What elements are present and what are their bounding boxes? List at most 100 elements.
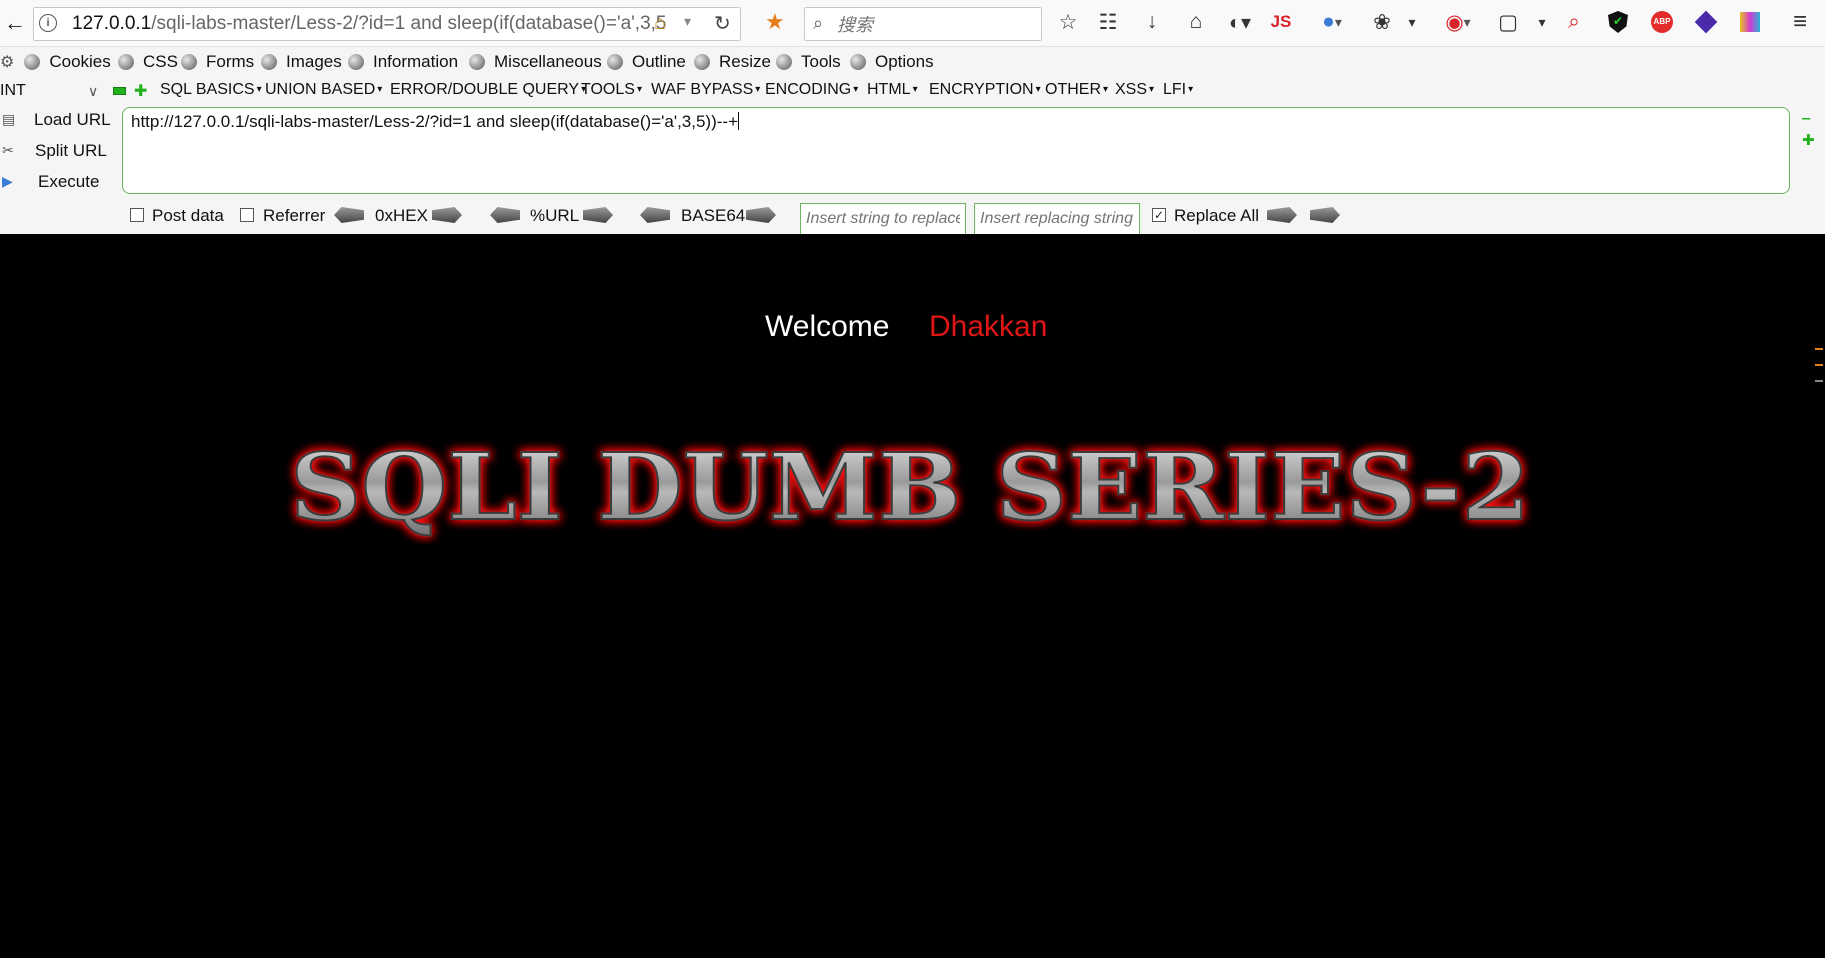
hackbar-menu-lfi[interactable]: LFI <box>1163 81 1193 99</box>
chevron-down-icon: ∨ <box>88 83 99 99</box>
url-encode-arrow-icon[interactable] <box>583 207 613 223</box>
menu-label: Tools <box>801 52 841 71</box>
zoom-icon[interactable]: ⌕ <box>1560 8 1588 36</box>
hackbar-menu-other[interactable]: OTHER <box>1045 81 1108 99</box>
hackbar-menu-encoding[interactable]: ENCODING <box>765 81 858 99</box>
menu-label: Resize <box>719 52 771 71</box>
site-info-icon[interactable]: i <box>39 14 57 32</box>
scroll-markers <box>1815 348 1823 382</box>
hackbar-menu-xss[interactable]: XSS <box>1115 81 1154 99</box>
screenshot-icon[interactable]: ▢ <box>1494 8 1522 36</box>
resize-icon <box>694 54 710 70</box>
menu-information[interactable]: Information <box>348 50 458 74</box>
base64-decode-arrow-icon[interactable] <box>640 207 670 223</box>
hackbar-toolbar-icon[interactable]: ★ <box>765 9 785 35</box>
username-text: Dhakkan <box>929 310 1048 343</box>
menu-options[interactable]: Options <box>850 50 934 74</box>
screenshot-dropdown-icon[interactable]: ▾ <box>1532 8 1552 36</box>
hackbar-url-textarea[interactable]: http://127.0.0.1/sqli-labs-master/Less-2… <box>122 107 1790 194</box>
hackbar-menu-error-double-query[interactable]: ERROR/DOUBLE QUERY <box>390 81 586 99</box>
menu-icon[interactable]: ≡ <box>1786 8 1814 36</box>
split-url-label: Split URL <box>35 141 107 160</box>
color-icon[interactable]: ● ▾ <box>1312 8 1352 36</box>
minus-icon[interactable] <box>113 87 126 95</box>
post-data-checkbox[interactable] <box>130 208 144 222</box>
navigation-bar: ← i 127.0.0.1/sqli-labs-master/Less-2/?i… <box>0 0 1825 47</box>
referrer-checkbox[interactable] <box>240 208 254 222</box>
download-icon[interactable]: ↓ <box>1138 8 1166 36</box>
palette-dropdown-icon[interactable]: ▾ <box>1402 8 1422 36</box>
gear-icon: ⚙ <box>0 54 15 71</box>
adblock-icon[interactable]: ABP <box>1648 8 1676 36</box>
menu-label: Information <box>373 52 459 71</box>
load-url-button[interactable]: ▤ Load URL <box>0 107 111 133</box>
globe-icon[interactable]: ◐▾ <box>1220 8 1260 36</box>
back-arrow-icon: ← <box>4 10 26 35</box>
tools-icon <box>776 54 792 70</box>
shrink-icon[interactable]: ‒ <box>1802 110 1810 127</box>
menu-label: Images <box>286 52 342 71</box>
page-content: Welcome Dhakkan SQLI DUMB SERIES-2 <box>0 234 1825 958</box>
search-input[interactable] <box>835 12 1039 38</box>
home-icon[interactable]: ⌂ <box>1182 8 1210 36</box>
adblock-label: ABP <box>1651 11 1673 33</box>
hackbar-menu-tools[interactable]: TOOLS <box>581 81 642 99</box>
hackbar-menu-encryption[interactable]: ENCRYPTION <box>929 81 1041 99</box>
menu-images[interactable]: Images <box>261 50 342 74</box>
int-select[interactable]: INT ∨ <box>0 80 104 102</box>
replace-all-checkbox[interactable]: ✓ <box>1152 208 1166 222</box>
menu-tools[interactable]: Tools <box>776 50 841 74</box>
search-icon: ⌕ <box>813 13 824 33</box>
menu-cookies[interactable]: ⚙ Cookies <box>0 50 111 74</box>
menu-miscellaneous[interactable]: Miscellaneous <box>469 50 602 74</box>
menu-label: Options <box>875 52 934 71</box>
base64-encode-arrow-icon[interactable] <box>746 207 776 223</box>
extension-icon[interactable] <box>1692 8 1720 36</box>
execute-button[interactable]: ▶ Execute <box>0 169 104 195</box>
miscellaneous-icon <box>469 54 485 70</box>
referrer-label: Referrer <box>263 206 326 225</box>
js-icon[interactable]: JS <box>1268 8 1294 36</box>
menu-label: CSS <box>143 52 178 71</box>
hackbar-menu-waf-bypass[interactable]: WAF BYPASS <box>651 81 760 99</box>
proxy-icon[interactable]: ◉ ▾ <box>1438 8 1478 36</box>
js-label: JS <box>1270 12 1292 31</box>
url-text[interactable]: 127.0.0.1/sqli-labs-master/Less-2/?id=1 … <box>72 13 684 35</box>
star-icon[interactable]: ☆ <box>1054 8 1082 36</box>
menu-forms[interactable]: Forms <box>181 50 254 74</box>
menu-resize[interactable]: Resize <box>694 50 771 74</box>
expand-icon[interactable]: ✚ <box>1802 131 1815 149</box>
hex-encode-arrow-icon[interactable] <box>432 207 462 223</box>
menu-css[interactable]: CSS <box>118 50 178 74</box>
reload-icon[interactable]: ↻ <box>714 11 731 36</box>
hackbar-menu-union-based[interactable]: UNION BASED <box>265 81 382 99</box>
home-page-icon[interactable]: ⌂ <box>654 12 666 35</box>
replace-string-input[interactable] <box>800 203 966 235</box>
load-url-icon: ▤ <box>2 111 16 127</box>
url-decode-arrow-icon[interactable] <box>490 207 520 223</box>
url-dropdown-icon[interactable]: ▾ <box>684 13 691 30</box>
css-icon <box>118 54 134 70</box>
hackbar-menu-html[interactable]: HTML <box>867 81 918 99</box>
welcome-text: Welcome <box>765 310 890 343</box>
url-encoding-label: %URL <box>530 206 580 225</box>
hackbar-menu-sql-basics[interactable]: SQL BASICS <box>160 81 262 99</box>
reading-list-icon[interactable]: ☷ <box>1094 8 1122 36</box>
replace-all-go-arrow-icon[interactable] <box>1310 207 1340 223</box>
int-select-value: INT <box>0 82 26 99</box>
search-bar[interactable]: ⌕ <box>804 7 1042 41</box>
cookies-icon <box>24 54 41 70</box>
replace-go-arrow-icon[interactable] <box>1267 207 1297 223</box>
sqli-dumb-series-banner: SQLI DUMB SERIES-2 <box>289 432 1531 542</box>
split-url-button[interactable]: ✂ Split URL <box>0 138 107 164</box>
hex-decode-arrow-icon[interactable] <box>334 207 364 223</box>
hackbar-color-icon[interactable] <box>1736 8 1764 36</box>
menu-outline[interactable]: Outline <box>607 50 686 74</box>
web-developer-toolbar: ⚙ Cookies CSS Forms Images Information Mi… <box>0 47 1825 77</box>
shield-icon[interactable]: ✔ <box>1604 8 1632 36</box>
plus-icon[interactable]: ✚ <box>134 81 147 101</box>
replacing-string-input[interactable] <box>974 203 1140 235</box>
back-button[interactable]: ← <box>2 10 28 36</box>
palette-icon[interactable]: ❀ <box>1368 8 1396 36</box>
url-bar[interactable]: i 127.0.0.1/sqli-labs-master/Less-2/?id=… <box>33 7 741 41</box>
